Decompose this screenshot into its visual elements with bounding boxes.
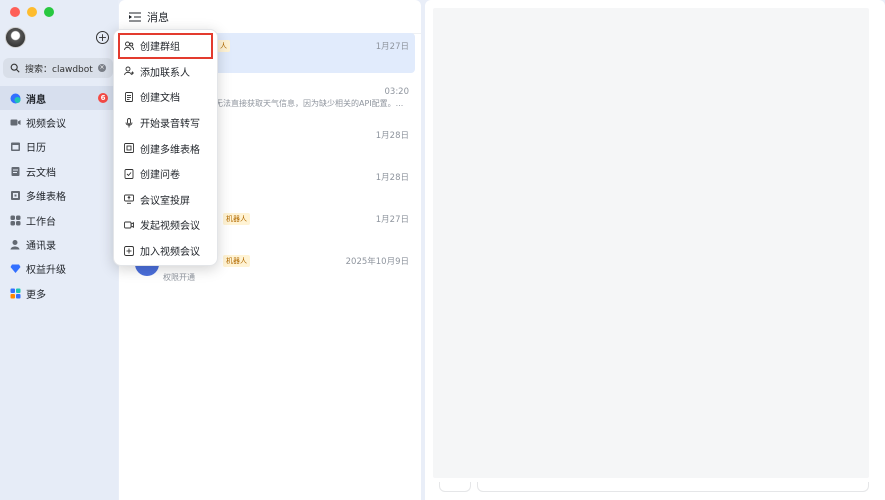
page-title: 消息 (147, 10, 169, 24)
sidebar-item-label: 视频会议 (26, 119, 66, 131)
sidebar-item-bitable[interactable]: 多维表格 (0, 184, 118, 208)
menu-item-label: 会议室投屏 (140, 195, 190, 207)
menu-item-label: 发起视频会议 (140, 221, 200, 233)
diamond-icon (10, 264, 21, 274)
window-controls (10, 7, 54, 17)
group-icon (124, 41, 134, 50)
menu-item-create-doc[interactable]: 创建文档 (114, 84, 217, 110)
unread-badge: 6 (98, 93, 108, 103)
sidebar-item-workspace[interactable]: 工作台 (0, 208, 118, 232)
sidebar-item-cloud-docs[interactable]: 云文档 (0, 159, 118, 183)
video-camera-icon (124, 221, 134, 229)
microphone-icon (125, 117, 133, 128)
bot-tag: 机器人 (223, 255, 250, 267)
sidebar-item-label: 多维表格 (26, 192, 66, 204)
cloud-doc-icon (11, 166, 20, 176)
sidebar-item-label: 云文档 (26, 167, 56, 179)
sidebar-item-label: 通讯录 (26, 241, 56, 253)
search-box[interactable]: 搜索：clawdbot × (3, 58, 113, 78)
menu-item-add-contact[interactable]: 添加联系人 (114, 59, 217, 85)
conversation-time: 2025年10月9日 (345, 257, 409, 267)
screen-cast-icon (124, 194, 134, 205)
conversation-time: 03:20 (384, 87, 410, 97)
menu-item-label: 创建群组 (140, 42, 180, 54)
sidebar-item-more[interactable]: 更多 (0, 281, 118, 305)
sidebar-item-label: 日历 (26, 143, 46, 155)
bot-tag: 机器人 (223, 213, 250, 225)
calendar-icon (11, 142, 20, 152)
menu-item-label: 创建问卷 (140, 170, 180, 182)
sidebar-item-label: 工作台 (26, 216, 56, 228)
minimize-window-button[interactable] (27, 7, 37, 17)
sidebar-item-video-meeting[interactable]: 视频会议 (0, 110, 118, 134)
conversation-time: 1月27日 (375, 42, 409, 52)
bot-tag: 人 (217, 40, 230, 52)
search-icon (10, 63, 20, 73)
menu-item-create-survey[interactable]: 创建问卷 (114, 161, 217, 187)
survey-icon (124, 168, 134, 179)
menu-item-create-group[interactable]: 创建群组 (118, 33, 213, 59)
table-grid-icon (124, 143, 134, 154)
conversation-preview: 无法直接获取天气信息，因为缺少相关的API配置。... (215, 99, 404, 108)
message-bubble-icon (10, 93, 21, 104)
conversation-time: 1月28日 (375, 131, 409, 141)
plus-icon[interactable]: + (96, 31, 109, 44)
table-grid-icon (11, 191, 20, 201)
sidebar: + 搜索：clawdbot × 消息 6 视频会议 日历 云文档 多维表格 工作… (0, 0, 118, 500)
sidebar-item-label: 更多 (26, 289, 46, 301)
menu-item-start-video-meeting[interactable]: 发起视频会议 (114, 212, 217, 238)
close-window-button[interactable] (10, 7, 20, 17)
menu-item-label: 创建多维表格 (140, 144, 200, 156)
menu-item-room-cast[interactable]: 会议室投屏 (114, 187, 217, 213)
sidebar-nav: 消息 6 视频会议 日历 云文档 多维表格 工作台 通讯录 权益升级 更多 (0, 86, 118, 306)
document-icon (125, 92, 133, 102)
collapse-list-icon[interactable] (129, 12, 141, 22)
zoom-window-button[interactable] (44, 7, 54, 17)
conversation-time: 1月28日 (375, 173, 409, 183)
menu-item-create-bitable[interactable]: 创建多维表格 (114, 135, 217, 161)
chat-panel (425, 0, 885, 500)
sidebar-item-messages[interactable]: 消息 6 (0, 86, 118, 111)
menu-item-label: 添加联系人 (140, 67, 190, 79)
sidebar-item-upgrade[interactable]: 权益升级 (0, 257, 118, 281)
sidebar-item-label: 消息 (26, 94, 46, 106)
conversation-time: 1月27日 (375, 215, 409, 225)
sidebar-item-contacts[interactable]: 通讯录 (0, 232, 118, 256)
create-menu: 创建群组 添加联系人 创建文档 开始录音转写 创建多维表格 创建问卷 会议室投屏… (113, 29, 218, 266)
workspace-apps-icon (10, 215, 21, 226)
chat-input-box[interactable] (477, 482, 869, 492)
menu-item-label: 开始录音转写 (140, 119, 200, 131)
sidebar-item-calendar[interactable]: 日历 (0, 135, 118, 159)
conversation-preview: 权限开通 (163, 273, 195, 282)
add-contact-icon (124, 66, 134, 76)
contacts-icon (10, 240, 20, 250)
search-input[interactable]: 搜索：clawdbot (25, 62, 93, 75)
menu-item-label: 创建文档 (140, 93, 180, 105)
user-avatar[interactable] (5, 27, 26, 48)
chat-content-area (433, 8, 869, 478)
more-apps-icon (10, 288, 21, 299)
menu-item-label: 加入视频会议 (140, 247, 200, 259)
clear-search-icon[interactable]: × (98, 64, 106, 72)
menu-item-start-transcription[interactable]: 开始录音转写 (114, 110, 217, 136)
join-meeting-icon (124, 245, 134, 256)
sidebar-item-label: 权益升级 (26, 265, 66, 277)
chat-input-tool[interactable] (439, 482, 471, 492)
menu-item-join-video-meeting[interactable]: 加入视频会议 (114, 238, 217, 264)
video-camera-icon (10, 119, 21, 126)
